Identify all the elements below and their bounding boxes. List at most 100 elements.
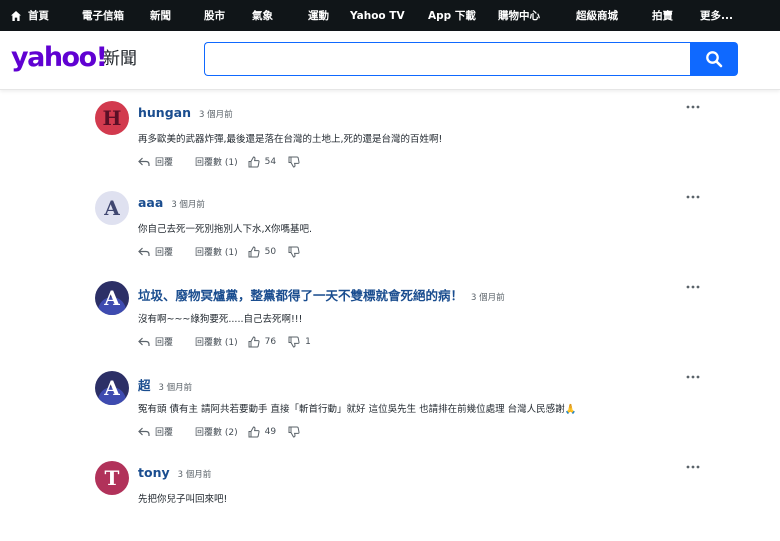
section-title[interactable]: 新聞: [103, 48, 137, 70]
like-button[interactable]: 50: [248, 245, 277, 258]
nav-item-stock[interactable]: 股市: [177, 0, 227, 31]
comment-time: 3 個月前: [158, 383, 193, 393]
thumbs-down-icon: [288, 426, 300, 438]
comment-actions: 回覆 回覆數 (2) 49: [138, 425, 305, 438]
thumbs-down-icon: [288, 336, 300, 348]
like-button[interactable]: 76: [248, 335, 277, 348]
avatar[interactable]: H: [95, 101, 129, 135]
header: yahoo! 新聞: [0, 31, 780, 90]
reply-icon: [138, 247, 150, 256]
thumbs-up-icon: [248, 155, 260, 167]
avatar[interactable]: A: [95, 371, 129, 405]
dislike-button[interactable]: [288, 156, 305, 168]
avatar-letter: H: [103, 106, 122, 130]
dislike-button[interactable]: [288, 426, 305, 438]
more-options-icon[interactable]: [685, 193, 701, 201]
nav-item-sports[interactable]: 運動: [280, 0, 329, 31]
comment-header: 超 3 個月前: [138, 375, 192, 394]
comment-actions: 回覆 回覆數 (1) 54: [138, 155, 305, 168]
comment-time: 3 個月前: [471, 293, 505, 303]
like-count: 50: [264, 246, 277, 257]
reply-button[interactable]: 回覆: [138, 155, 173, 168]
nav-item-weather[interactable]: 氣象: [227, 0, 280, 31]
comment-item: A超 3 個月前 冤有頭 債有主 請阿共若要動手 直接「斬首行動」就好 這位吳先生 …: [95, 371, 705, 451]
dislike-button[interactable]: 1: [288, 336, 311, 348]
replies-count-button[interactable]: 回覆數 (2): [195, 425, 238, 438]
nav-item-app-download[interactable]: App 下載: [407, 0, 481, 31]
author-name[interactable]: 垃圾、廢物冥爐黨，整黨都得了一天不雙標就會死絕的病！: [138, 285, 463, 304]
comment-item: Hhungan 3 個月前再多歐美的武器炸彈,最後還是落在台灣的土地上,死的還是台…: [95, 101, 705, 181]
reply-label: 回覆: [155, 428, 174, 438]
comment-actions: 回覆 回覆數 (1) 50: [138, 245, 305, 258]
reply-label: 回覆: [155, 338, 174, 348]
like-button[interactable]: 49: [248, 425, 277, 438]
replies-count-button[interactable]: 回覆數 (1): [195, 335, 238, 348]
thumbs-up-icon: [248, 335, 260, 347]
replies-count: 回覆數 (2): [195, 428, 238, 438]
reply-button[interactable]: 回覆: [138, 425, 173, 438]
reply-icon: [138, 157, 150, 166]
nav-item-home[interactable]: 首頁: [0, 0, 55, 31]
reply-icon: [138, 337, 150, 346]
author-name[interactable]: hungan: [138, 105, 191, 120]
search-button[interactable]: [690, 42, 738, 76]
top-navigation-bar: 首頁 電子信箱 新聞 股市 氣象 運動 Yahoo TV App 下載 購物中心…: [0, 0, 780, 31]
avatar[interactable]: T: [95, 461, 129, 495]
nav-item-mall[interactable]: 超級商城: [552, 0, 626, 31]
replies-count: 回覆數 (1): [195, 158, 238, 168]
comment-text: 先把你兒子叫回來吧!: [138, 494, 228, 505]
comment-time: 3 個月前: [177, 470, 212, 480]
reply-button[interactable]: 回覆: [138, 245, 173, 258]
avatar-letter: A: [103, 196, 120, 220]
comment-time: 3 個月前: [171, 200, 205, 210]
like-count: 76: [264, 336, 277, 347]
thumbs-down-icon: [288, 246, 300, 258]
nav-item-shopping[interactable]: 購物中心: [481, 0, 552, 31]
comment-time: 3 個月前: [198, 110, 233, 120]
search-input[interactable]: [204, 42, 690, 76]
more-options-icon[interactable]: [685, 463, 701, 471]
like-count: 54: [264, 156, 277, 167]
avatar-letter: T: [105, 466, 120, 490]
nav-item-news[interactable]: 新聞: [125, 0, 177, 31]
more-options-icon[interactable]: [685, 373, 701, 381]
comment-text: 冤有頭 債有主 請阿共若要動手 直接「斬首行動」就好 這位吳先生 也請排在前幾位…: [138, 404, 577, 415]
comment-header: tony 3 個月前: [138, 465, 211, 480]
comment-item: A 垃圾、廢物冥爐黨，整黨都得了一天不雙標就會死絕的病！ 3 個月前沒有啊~~~綠狗…: [95, 281, 705, 361]
like-button[interactable]: 54: [248, 155, 277, 168]
dislike-count: 1: [305, 336, 311, 347]
replies-count-button[interactable]: 回覆數 (1): [195, 245, 238, 258]
reply-button[interactable]: 回覆: [138, 335, 173, 348]
replies-count-button[interactable]: 回覆數 (1): [195, 155, 238, 168]
comment-header: 垃圾、廢物冥爐黨，整黨都得了一天不雙標就會死絕的病！ 3 個月前: [138, 285, 505, 304]
comment-text: 再多歐美的武器炸彈,最後還是落在台灣的土地上,死的還是台灣的百姓啊!: [138, 134, 443, 145]
comment-header: hungan 3 個月前: [138, 105, 233, 120]
author-name[interactable]: aaa: [138, 195, 163, 210]
home-icon: [11, 10, 21, 21]
thumbs-down-icon: [288, 156, 300, 168]
more-options-icon[interactable]: [685, 103, 701, 111]
thumbs-up-icon: [248, 425, 260, 437]
nav-item-auction[interactable]: 拍賣: [626, 0, 674, 31]
reply-label: 回覆: [155, 158, 174, 168]
yahoo-logo[interactable]: yahoo!: [11, 43, 108, 73]
replies-count: 回覆數 (1): [195, 248, 238, 258]
comment-actions: 回覆 回覆數 (1) 76 1: [138, 335, 311, 348]
author-name[interactable]: 超: [138, 375, 151, 394]
nav-item-more[interactable]: 更多...: [674, 0, 743, 31]
thumbs-up-icon: [248, 245, 260, 257]
like-count: 49: [264, 426, 277, 437]
avatar[interactable]: A: [95, 281, 129, 315]
nav-item-mail[interactable]: 電子信箱: [55, 0, 125, 31]
dislike-button[interactable]: [288, 246, 305, 258]
comment-item: Aaaa 3 個月前 你自己去死一死別拖別人下水,X你嗎基吧. 回覆 回覆數 (1) 50: [95, 191, 705, 271]
comment-text: 沒有啊~~~綠狗要死.....自己去死啊!!!: [138, 314, 303, 325]
reply-icon: [138, 427, 150, 436]
comment-item: Ttony 3 個月前先把你兒子叫回來吧!: [95, 461, 705, 541]
author-name[interactable]: tony: [138, 465, 170, 480]
avatar[interactable]: A: [95, 191, 129, 225]
more-options-icon[interactable]: [685, 283, 701, 291]
nav-item-yahoo-tv[interactable]: Yahoo TV: [329, 0, 407, 31]
search-icon: [706, 51, 723, 68]
reply-label: 回覆: [155, 248, 174, 258]
